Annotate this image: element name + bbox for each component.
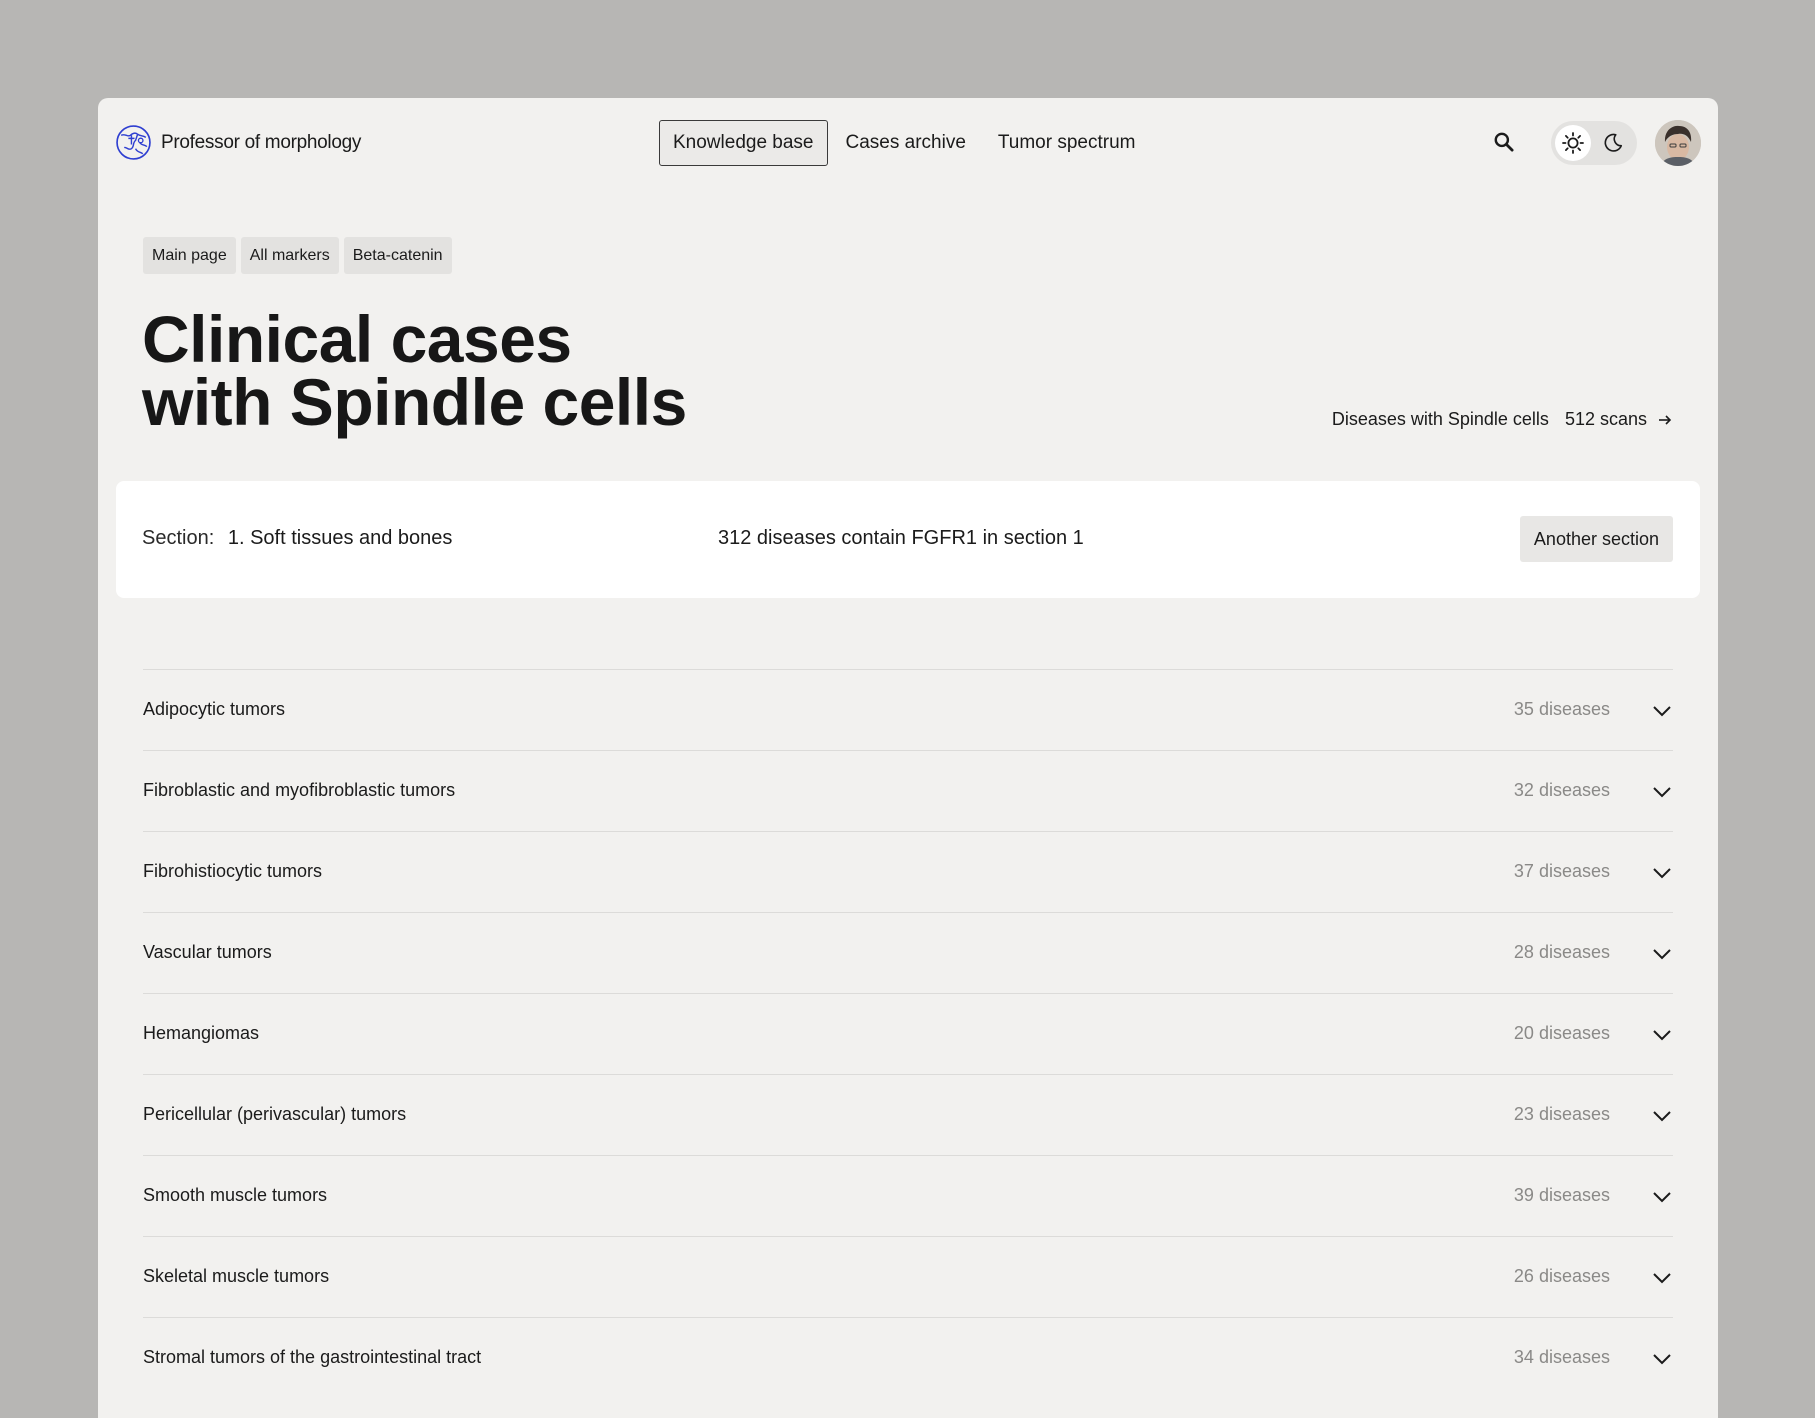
user-avatar[interactable]	[1655, 120, 1701, 166]
chevron-down-icon[interactable]	[1651, 700, 1673, 722]
list-item[interactable]: Stromal tumors of the gastrointestinal t…	[143, 1317, 1673, 1398]
moon-icon	[1604, 133, 1623, 152]
chevron-down-icon[interactable]	[1651, 1105, 1673, 1127]
breadcrumb: Main page All markers Beta-catenin	[143, 237, 452, 274]
category-label: Adipocytic tumors	[143, 699, 286, 719]
category-label: Fibroblastic and myofibroblastic tumors	[143, 780, 456, 800]
category-count: 20 diseases	[1513, 1023, 1610, 1043]
category-label: Smooth muscle tumors	[143, 1185, 328, 1205]
theme-dark-option[interactable]	[1595, 125, 1631, 161]
brand-logo-icon	[116, 125, 151, 160]
main-nav: Knowledge base Cases archive Tumor spect…	[659, 120, 1154, 166]
list-item[interactable]: Adipocytic tumors 35 diseases	[143, 669, 1673, 750]
chevron-down-icon[interactable]	[1651, 1186, 1673, 1208]
list-item[interactable]: Skeletal muscle tumors 26 diseases	[143, 1236, 1673, 1317]
category-label: Vascular tumors	[143, 942, 272, 962]
breadcrumb-beta-catenin[interactable]: Beta-catenin	[343, 237, 452, 274]
list-item[interactable]: Hemangiomas 20 diseases	[143, 993, 1673, 1074]
section-stat: 312 diseases contain FGFR1 in section 1	[718, 527, 1084, 549]
section-value: 1. Soft tissues and bones	[227, 527, 453, 549]
breadcrumb-all-markers[interactable]: All markers	[240, 237, 339, 274]
page-title: Clinical cases with Spindle cells	[142, 302, 687, 439]
nav-knowledge-base[interactable]: Knowledge base	[659, 120, 828, 166]
theme-light-option[interactable]	[1555, 125, 1591, 161]
category-count: 23 diseases	[1513, 1104, 1610, 1124]
category-count: 35 diseases	[1513, 699, 1610, 719]
category-label: Stromal tumors of the gastrointestinal t…	[143, 1347, 482, 1367]
category-label: Pericellular (perivascular) tumors	[143, 1104, 407, 1124]
summary-count: 512 scans	[1564, 409, 1647, 429]
category-count: 26 diseases	[1513, 1266, 1610, 1286]
category-count: 32 diseases	[1513, 780, 1610, 800]
chevron-down-icon[interactable]	[1651, 943, 1673, 965]
top-header: Professor of morphology Knowledge base C…	[98, 98, 1718, 188]
section-card: Section: 1. Soft tissues and bones 312 d…	[116, 481, 1700, 598]
category-label: Fibrohistiocytic tumors	[143, 861, 323, 881]
list-item[interactable]: Fibroblastic and myofibroblastic tumors 3…	[143, 750, 1673, 831]
theme-toggle[interactable]	[1551, 121, 1637, 165]
category-count: 34 diseases	[1513, 1347, 1610, 1367]
list-item[interactable]: Pericellular (perivascular) tumors 23 dis…	[143, 1074, 1673, 1155]
list-item[interactable]: Smooth muscle tumors 39 diseases	[143, 1155, 1673, 1236]
summary-label: Diseases with Spindle cells	[1331, 409, 1549, 429]
list-item[interactable]: Vascular tumors 28 diseases	[143, 912, 1673, 993]
category-count: 37 diseases	[1513, 861, 1610, 881]
list-item[interactable]: Fibrohistiocytic tumors 37 diseases	[143, 831, 1673, 912]
app-window: Professor of morphology Knowledge base C…	[98, 98, 1718, 1418]
chevron-down-icon[interactable]	[1651, 1348, 1673, 1370]
chevron-down-icon[interactable]	[1651, 781, 1673, 803]
category-count: 28 diseases	[1513, 942, 1610, 962]
avatar-image	[1655, 120, 1701, 166]
search-icon[interactable]	[1491, 129, 1517, 155]
brand-name: Professor of morphology	[161, 131, 362, 153]
chevron-down-icon[interactable]	[1651, 1024, 1673, 1046]
breadcrumb-main-page[interactable]: Main page	[143, 237, 236, 274]
category-list: Adipocytic tumors 35 diseases Fibroblastic…	[143, 669, 1673, 1398]
page-title-line-1: Clinical cases	[142, 302, 572, 376]
category-label: Hemangiomas	[143, 1023, 260, 1043]
section-key: Section:	[142, 527, 215, 549]
arrow-right-icon	[1659, 414, 1672, 425]
section-label: Section: 1. Soft tissues and bones	[142, 527, 452, 550]
brand[interactable]: Professor of morphology	[115, 124, 361, 161]
nav-cases-archive[interactable]: Cases archive	[832, 120, 980, 166]
page-title-line-2: with Spindle cells	[142, 365, 687, 439]
chevron-down-icon[interactable]	[1651, 862, 1673, 884]
chevron-down-icon[interactable]	[1651, 1267, 1673, 1289]
diseases-summary-link[interactable]: Diseases with Spindle cells 512 scans	[1332, 409, 1673, 430]
category-count: 39 diseases	[1513, 1185, 1610, 1205]
another-section-button[interactable]: Another section	[1519, 516, 1673, 562]
sun-icon	[1562, 132, 1584, 154]
category-label: Skeletal muscle tumors	[143, 1266, 330, 1286]
nav-tumor-spectrum[interactable]: Tumor spectrum	[984, 120, 1150, 166]
